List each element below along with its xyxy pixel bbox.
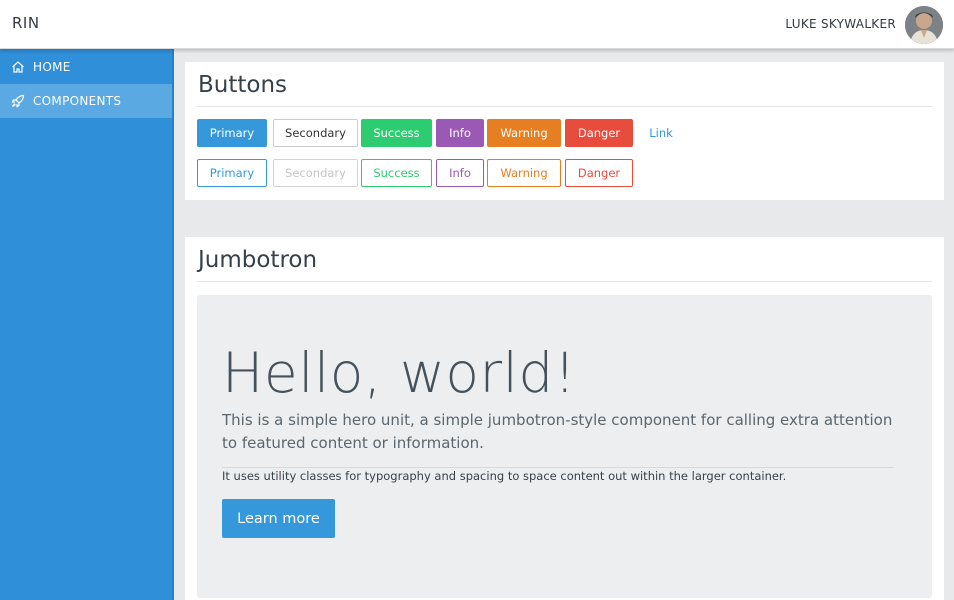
sidebar-item-home[interactable]: HOME <box>0 50 172 84</box>
user-name[interactable]: LUKE SKYWALKER <box>785 17 896 31</box>
danger-outline-button[interactable]: Danger <box>565 159 633 187</box>
rocket-icon <box>11 94 25 108</box>
sidebar-item-label: HOME <box>33 60 71 74</box>
success-button[interactable]: Success <box>361 119 432 147</box>
brand-logo[interactable]: RIN <box>12 14 40 32</box>
secondary-outline-button[interactable]: Secondary <box>273 159 358 187</box>
divider <box>222 467 894 468</box>
sidebar: HOME COMPONENTS <box>0 49 174 600</box>
warning-outline-button[interactable]: Warning <box>487 159 561 187</box>
learn-more-button[interactable]: Learn more <box>222 499 335 538</box>
home-icon <box>11 60 25 74</box>
card-title: Buttons <box>198 72 288 98</box>
jumbotron-text: It uses utility classes for typography a… <box>222 469 787 483</box>
user-avatar[interactable] <box>905 6 943 44</box>
divider <box>197 281 932 282</box>
jumbotron-heading: Hello, world! <box>222 341 577 405</box>
info-outline-button[interactable]: Info <box>436 159 484 187</box>
secondary-button[interactable]: Secondary <box>273 119 358 147</box>
divider <box>197 106 932 107</box>
primary-button[interactable]: Primary <box>197 119 267 147</box>
buttons-card: Buttons Primary Secondary Success Info W… <box>185 62 944 200</box>
jumbotron-lead: This is a simple hero unit, a simple jum… <box>222 411 893 452</box>
primary-outline-button[interactable]: Primary <box>197 159 267 187</box>
card-title: Jumbotron <box>198 247 318 273</box>
top-navbar: RIN LUKE SKYWALKER <box>0 0 954 49</box>
jumbotron-card: Jumbotron Hello, world! This is a simple… <box>185 237 944 600</box>
jumbotron: Hello, world! This is a simple hero unit… <box>197 295 932 598</box>
link-button[interactable]: Link <box>640 119 682 147</box>
danger-button[interactable]: Danger <box>565 119 633 147</box>
info-button[interactable]: Info <box>436 119 484 147</box>
warning-button[interactable]: Warning <box>487 119 561 147</box>
sidebar-item-components[interactable]: COMPONENTS <box>0 84 172 118</box>
success-outline-button[interactable]: Success <box>361 159 432 187</box>
sidebar-item-label: COMPONENTS <box>33 94 122 108</box>
